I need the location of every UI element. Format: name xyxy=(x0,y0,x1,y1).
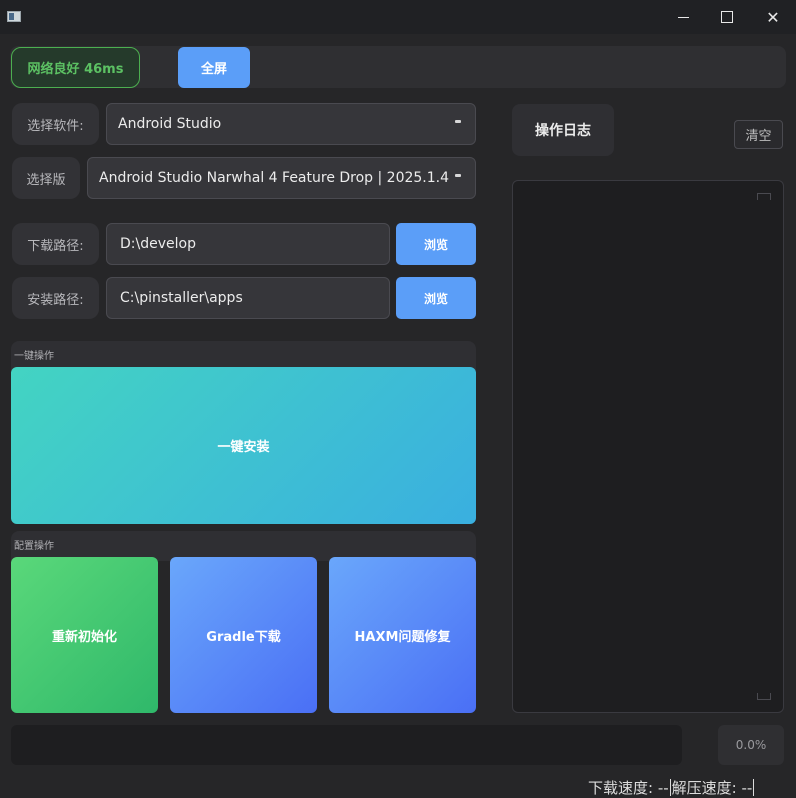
software-label: 选择软件: xyxy=(12,103,99,145)
log-textarea[interactable] xyxy=(512,180,784,713)
config-section-title: 配置操作 xyxy=(14,541,54,552)
dropdown-icon xyxy=(455,174,461,177)
status-separator xyxy=(753,779,755,796)
extract-speed: 解压速度: -- xyxy=(671,779,753,797)
maximize-icon xyxy=(721,11,733,23)
progress-bar xyxy=(11,725,682,765)
status-separator xyxy=(669,779,671,796)
download-path-input[interactable]: D:\develop xyxy=(106,223,390,265)
maximize-button[interactable] xyxy=(704,0,750,34)
one-click-install-button[interactable]: 一键安装 xyxy=(11,367,476,524)
software-select-value: Android Studio xyxy=(118,116,222,132)
version-select[interactable]: Android Studio Narwhal 4 Feature Drop | … xyxy=(87,157,476,199)
minimize-icon xyxy=(677,16,689,18)
close-icon: ✕ xyxy=(766,7,780,27)
version-select-value: Android Studio Narwhal 4 Feature Drop | … xyxy=(99,170,450,186)
app-icon xyxy=(7,11,21,22)
install-path-value: C:\pinstaller\apps xyxy=(120,290,243,306)
download-speed: 下载速度: -- xyxy=(588,779,669,797)
haxm-fix-button[interactable]: HAXM问题修复 xyxy=(329,557,476,713)
status-line: 下载速度: -- 解压速度: -- xyxy=(588,779,755,797)
resize-corner-icon xyxy=(764,693,771,700)
version-label: 选择版 xyxy=(12,157,80,199)
download-path-label: 下载路径: xyxy=(12,223,99,265)
minimize-button[interactable] xyxy=(660,0,706,34)
network-status-badge: 网络良好 46ms xyxy=(11,47,140,88)
software-select[interactable]: Android Studio xyxy=(106,103,476,145)
clear-log-button[interactable]: 清空 xyxy=(734,120,783,149)
one-click-section-title: 一键操作 xyxy=(14,351,54,362)
download-path-value: D:\develop xyxy=(120,236,196,252)
resize-corner-icon xyxy=(757,693,764,700)
reinitialize-button[interactable]: 重新初始化 xyxy=(11,557,158,713)
resize-corner-icon xyxy=(764,193,771,200)
progress-percent: 0.0% xyxy=(718,725,784,765)
close-button[interactable]: ✕ xyxy=(750,0,796,34)
resize-corner-icon xyxy=(757,193,764,200)
install-path-label: 安装路径: xyxy=(12,277,99,319)
download-browse-button[interactable]: 浏览 xyxy=(396,223,476,265)
dropdown-icon xyxy=(455,120,461,123)
log-title: 操作日志 xyxy=(512,104,614,156)
install-browse-button[interactable]: 浏览 xyxy=(396,277,476,319)
gradle-download-button[interactable]: Gradle下载 xyxy=(170,557,317,713)
title-bar: ✕ xyxy=(0,0,796,34)
install-path-input[interactable]: C:\pinstaller\apps xyxy=(106,277,390,319)
fullscreen-button[interactable]: 全屏 xyxy=(178,47,250,88)
